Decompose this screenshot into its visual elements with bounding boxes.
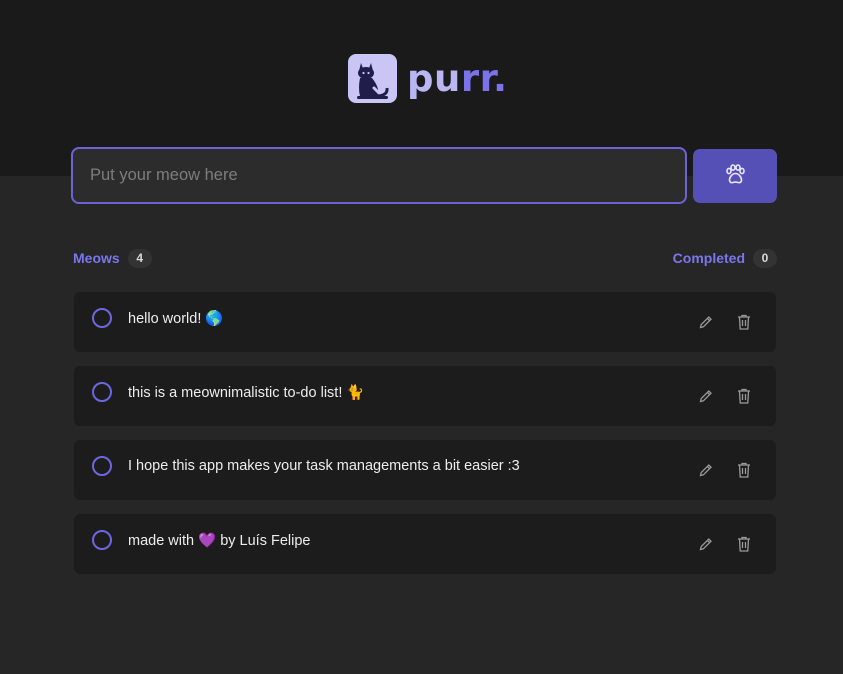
meows-label: Meows: [73, 250, 120, 266]
task-complete-checkbox[interactable]: [92, 382, 112, 402]
app-title: purr.: [407, 60, 508, 97]
task-text: I hope this app makes your task manageme…: [128, 458, 520, 474]
meows-count-badge: 4: [127, 248, 152, 268]
pencil-icon[interactable]: [698, 536, 714, 552]
pencil-icon[interactable]: [698, 462, 714, 478]
app-title-accent: rr.: [460, 57, 508, 100]
task-item: this is a meownimalistic to-do list! 🐈: [74, 366, 776, 426]
task-list: hello world! 🌎 this is a meownimalistic …: [74, 292, 776, 588]
task-item: hello world! 🌎: [74, 292, 776, 352]
task-counters: Meows 4 Completed 0: [73, 247, 777, 269]
task-complete-checkbox[interactable]: [92, 308, 112, 328]
add-task-button[interactable]: [693, 149, 777, 203]
task-text: this is a meownimalistic to-do list! 🐈: [128, 385, 365, 401]
paw-icon: [724, 163, 746, 189]
task-item: I hope this app makes your task manageme…: [74, 440, 776, 500]
task-complete-checkbox[interactable]: [92, 530, 112, 550]
task-text: made with 💜 by Luís Felipe: [128, 533, 311, 549]
completed-count-badge: 0: [753, 248, 777, 268]
task-text: hello world! 🌎: [128, 311, 224, 327]
pencil-icon[interactable]: [698, 314, 714, 330]
trash-icon[interactable]: [736, 461, 752, 479]
cat-check-icon: [348, 54, 397, 103]
trash-icon[interactable]: [736, 535, 752, 553]
trash-icon[interactable]: [736, 387, 752, 405]
task-input[interactable]: [71, 147, 687, 204]
task-complete-checkbox[interactable]: [92, 456, 112, 476]
completed-counter: Completed 0: [672, 248, 777, 268]
app-logo: purr.: [348, 54, 508, 103]
pencil-icon[interactable]: [698, 388, 714, 404]
trash-icon[interactable]: [736, 313, 752, 331]
meows-counter: Meows 4: [73, 248, 152, 268]
app-title-main: pu: [407, 57, 461, 100]
task-item: made with 💜 by Luís Felipe: [74, 514, 776, 574]
completed-label: Completed: [672, 250, 745, 266]
